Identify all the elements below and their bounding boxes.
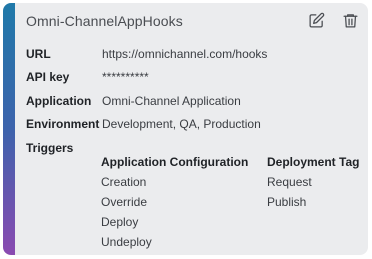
trigger-column-application-configuration: Application Configuration Creation Overr… — [101, 155, 249, 249]
url-value: https://omnichannel.com/hooks — [102, 47, 268, 61]
trigger-column-deployment-tag: Deployment Tag Request Publish — [267, 155, 360, 209]
api-key-label: API key — [26, 70, 70, 84]
url-label: URL — [26, 47, 51, 61]
edit-icon — [308, 12, 324, 28]
trash-icon — [342, 13, 358, 28]
card-content: Omni-ChannelAppHooks URL https://omnicha… — [15, 3, 368, 255]
trigger-item: Undeploy — [101, 235, 152, 249]
triggers-label: Triggers — [26, 141, 74, 155]
application-label: Application — [26, 94, 92, 108]
trigger-item: Deploy — [101, 215, 139, 229]
application-value: Omni-Channel Application — [102, 94, 241, 108]
environment-value: Development, QA, Production — [102, 117, 261, 131]
trigger-item: Publish — [267, 195, 307, 209]
card-accent-bar — [3, 3, 15, 255]
trigger-item: Creation — [101, 175, 147, 189]
trigger-column-header: Deployment Tag — [267, 155, 360, 169]
trigger-item: Override — [101, 195, 148, 209]
edit-button[interactable] — [306, 10, 326, 30]
card-title: Omni-ChannelAppHooks — [26, 13, 183, 29]
trigger-item: Request — [267, 175, 312, 189]
api-key-value: ********** — [102, 70, 149, 84]
webhook-card: Omni-ChannelAppHooks URL https://omnicha… — [3, 3, 368, 255]
trigger-column-header: Application Configuration — [101, 155, 249, 169]
environment-label: Environment — [26, 117, 100, 131]
delete-button[interactable] — [340, 10, 360, 30]
